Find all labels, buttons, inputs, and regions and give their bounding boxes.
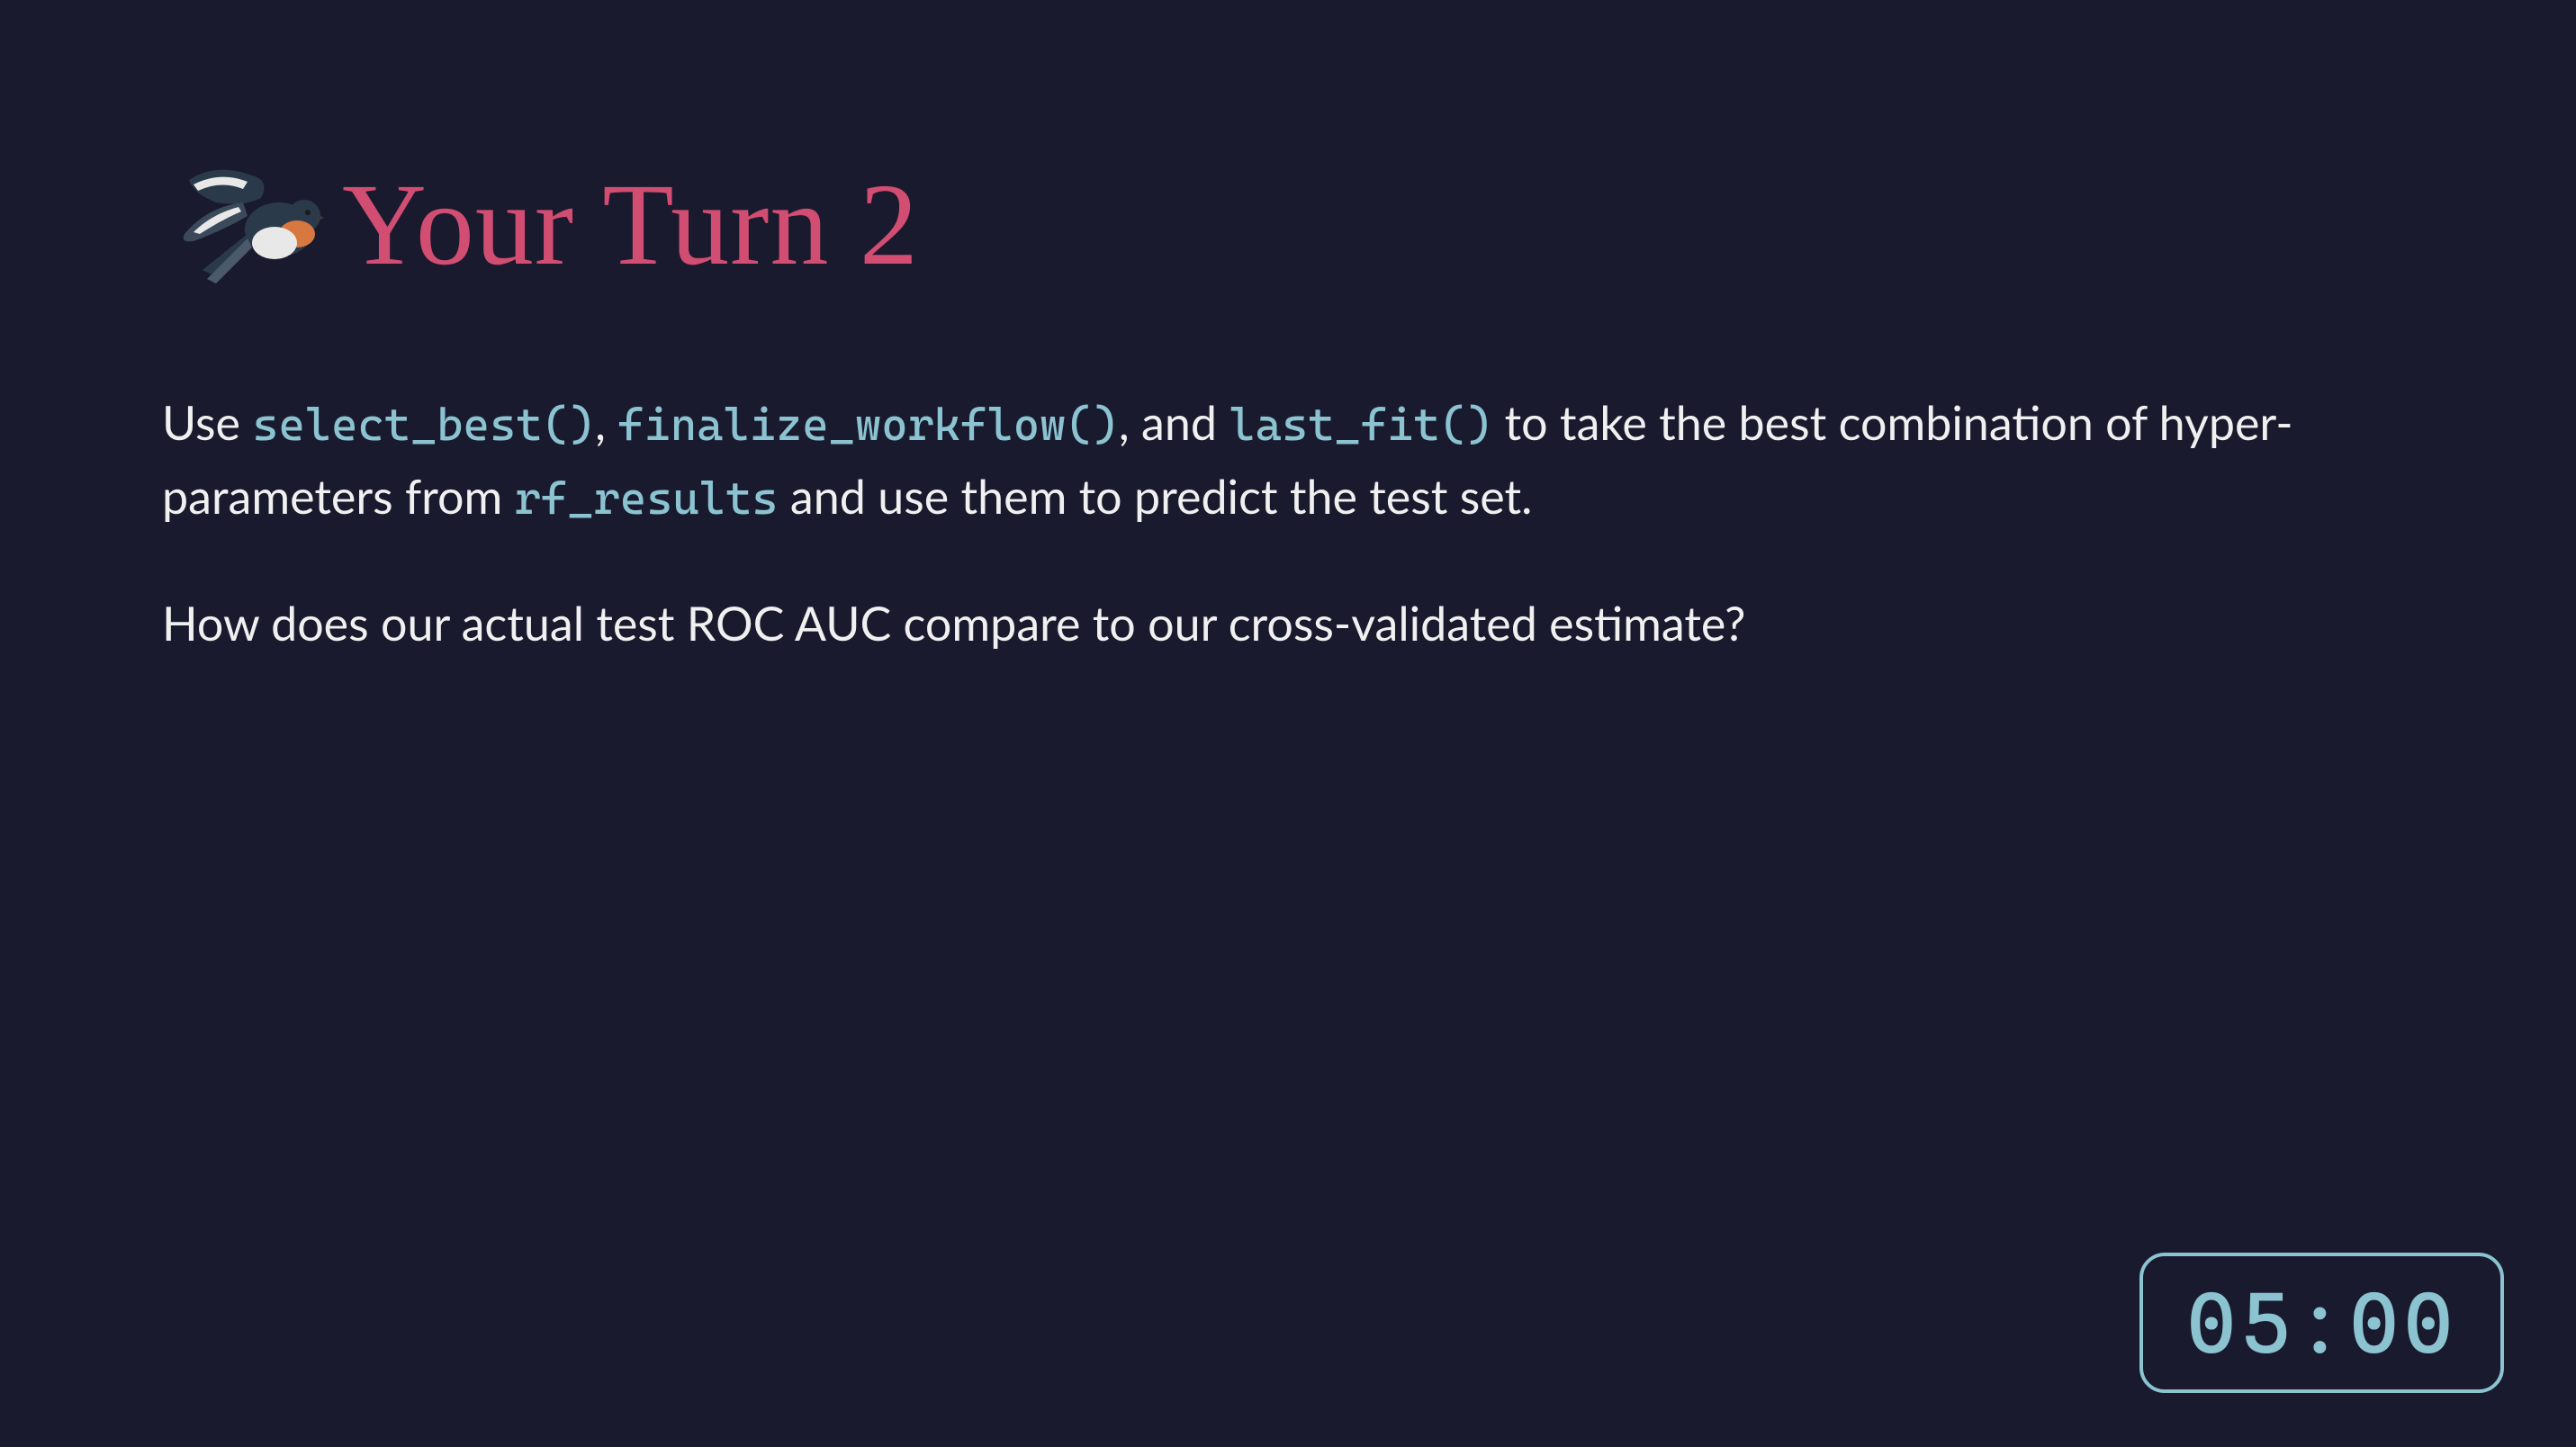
slide-container: Your Turn 2 Use select_best(), finalize_… — [0, 0, 2576, 1447]
text-segment: and use them to predict the test set. — [779, 469, 1533, 525]
text-segment: Use — [162, 395, 252, 451]
timer-display: 05:00 — [2139, 1253, 2504, 1393]
text-segment: , — [595, 395, 617, 451]
slide-title: Your Turn 2 — [342, 157, 919, 292]
bird-icon — [162, 153, 324, 297]
body-content: Use select_best(), finalize_workflow(), … — [162, 387, 2414, 661]
code-finalize-workflow: finalize_workflow() — [617, 399, 1119, 451]
title-row: Your Turn 2 — [162, 153, 2414, 297]
code-last-fit: last_fit() — [1229, 399, 1492, 451]
text-segment: , and — [1119, 395, 1229, 451]
paragraph-1: Use select_best(), finalize_workflow(), … — [162, 387, 2414, 534]
code-rf-results: rf_results — [515, 472, 779, 525]
paragraph-2: How does our actual test ROC AUC compare… — [162, 588, 2414, 661]
code-select-best: select_best() — [252, 399, 595, 451]
